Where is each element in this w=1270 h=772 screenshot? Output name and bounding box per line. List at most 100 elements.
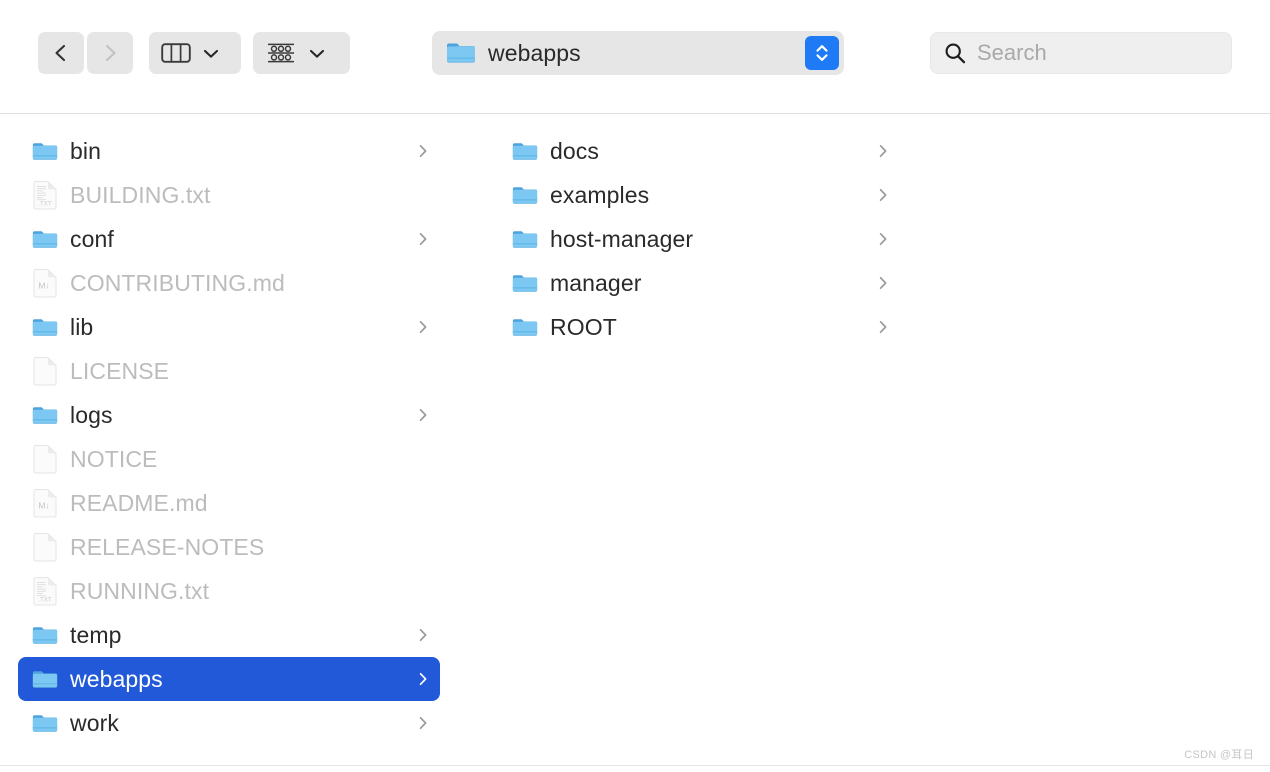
search-input[interactable] (977, 40, 1207, 66)
list-item[interactable]: .TXT BUILDING.txt (18, 173, 440, 217)
svg-text:.TXT: .TXT (38, 200, 52, 207)
list-item[interactable]: host-manager (498, 217, 900, 261)
list-item[interactable]: manager (498, 261, 900, 305)
list-item-label: RELEASE-NOTES (70, 533, 265, 560)
blank-file-icon (33, 444, 57, 473)
disclosure-chevron-icon (879, 232, 887, 246)
path-label: webapps (488, 39, 581, 66)
list-item-label: webapps (70, 665, 163, 692)
folder-icon (512, 186, 538, 204)
back-button[interactable] (38, 32, 84, 74)
disclosure-chevron-icon (879, 320, 887, 334)
folder-icon (32, 230, 58, 248)
list-item[interactable]: .TXT RUNNING.txt (18, 569, 440, 613)
list-item[interactable]: temp (18, 613, 440, 657)
path-popup-button[interactable]: webapps (432, 31, 844, 75)
folder-icon (32, 224, 58, 254)
list-item[interactable]: bin (18, 129, 440, 173)
group-by-button[interactable] (253, 32, 350, 74)
toolbar: webapps (0, 0, 1270, 114)
disclosure-chevron-icon (879, 276, 887, 290)
folder-icon (447, 43, 475, 63)
folder-icon (32, 406, 58, 424)
folder-icon (512, 224, 538, 254)
list-item-label: RUNNING.txt (70, 577, 210, 604)
forward-button[interactable] (87, 32, 133, 74)
svg-text:M↓: M↓ (38, 500, 49, 510)
blank-file-icon (32, 444, 58, 474)
blank-file-icon (33, 532, 57, 561)
md-file-icon: M↓ (33, 268, 57, 297)
search-field[interactable] (930, 32, 1232, 74)
list-item-label: NOTICE (70, 445, 158, 472)
txt-file-icon: .TXT (33, 180, 57, 209)
list-item-label: work (70, 709, 119, 736)
list-item[interactable]: lib (18, 305, 440, 349)
blank-file-icon (33, 356, 57, 385)
column-2[interactable]: docs examples host-manager manager ROOT (480, 115, 940, 765)
md-file-icon: M↓ (32, 268, 58, 298)
folder-icon (512, 230, 538, 248)
disclosure-chevron-icon (879, 188, 887, 202)
chevron-left-icon (55, 44, 66, 62)
folder-icon (32, 620, 58, 650)
disclosure-chevron-icon (879, 144, 887, 158)
list-item-label: host-manager (550, 225, 694, 252)
folder-icon (512, 142, 538, 160)
md-file-icon: M↓ (33, 488, 57, 517)
folder-icon (512, 136, 538, 166)
folder-icon (32, 708, 58, 738)
disclosure-chevron-icon (419, 144, 427, 158)
list-item[interactable]: RELEASE-NOTES (18, 525, 440, 569)
list-item[interactable]: logs (18, 393, 440, 437)
list-item[interactable]: docs (498, 129, 900, 173)
txt-file-icon: .TXT (32, 576, 58, 606)
list-item[interactable]: work (18, 701, 440, 745)
folder-icon (32, 318, 58, 336)
list-item[interactable]: conf (18, 217, 440, 261)
blank-file-icon (32, 532, 58, 562)
md-file-icon: M↓ (32, 488, 58, 518)
folder-icon (32, 664, 58, 694)
list-item-label: bin (70, 137, 101, 164)
list-item-label: lib (70, 313, 94, 340)
disclosure-chevron-icon (419, 672, 427, 686)
list-item-selected[interactable]: webapps (18, 657, 440, 701)
list-item-label: conf (70, 225, 114, 252)
disclosure-chevron-icon (419, 232, 427, 246)
list-item[interactable]: ROOT (498, 305, 900, 349)
updown-chevron-icon (816, 45, 828, 61)
column-3[interactable] (940, 115, 1270, 765)
list-item-label: examples (550, 181, 650, 208)
list-item-label: ROOT (550, 313, 617, 340)
folder-icon (32, 626, 58, 644)
list-item-label: temp (70, 621, 122, 648)
list-item-label: LICENSE (70, 357, 170, 384)
column-1[interactable]: bin .TXT BUILDING.txt conf M↓ CONTRIBUTI… (0, 115, 480, 765)
bottom-divider (0, 765, 1270, 766)
txt-file-icon: .TXT (33, 576, 57, 605)
folder-icon (32, 136, 58, 166)
list-item[interactable]: LICENSE (18, 349, 440, 393)
svg-text:.TXT: .TXT (38, 596, 52, 603)
chevron-down-icon (309, 49, 325, 58)
list-item-label: BUILDING.txt (70, 181, 211, 208)
disclosure-chevron-icon (419, 628, 427, 642)
column-view-icon (161, 43, 191, 63)
path-stepper-button[interactable] (805, 36, 839, 70)
column-browser: bin .TXT BUILDING.txt conf M↓ CONTRIBUTI… (0, 115, 1270, 765)
list-item[interactable]: M↓ CONTRIBUTING.md (18, 261, 440, 305)
folder-icon (512, 268, 538, 298)
view-mode-button[interactable] (149, 32, 241, 74)
folder-icon (32, 400, 58, 430)
folder-icon (32, 142, 58, 160)
list-item-label: docs (550, 137, 599, 164)
list-item-label: CONTRIBUTING.md (70, 269, 285, 296)
list-item[interactable]: NOTICE (18, 437, 440, 481)
folder-icon (512, 318, 538, 336)
list-item[interactable]: M↓ README.md (18, 481, 440, 525)
folder-icon (512, 180, 538, 210)
list-item[interactable]: examples (498, 173, 900, 217)
folder-icon (32, 670, 58, 688)
svg-text:M↓: M↓ (38, 280, 49, 290)
